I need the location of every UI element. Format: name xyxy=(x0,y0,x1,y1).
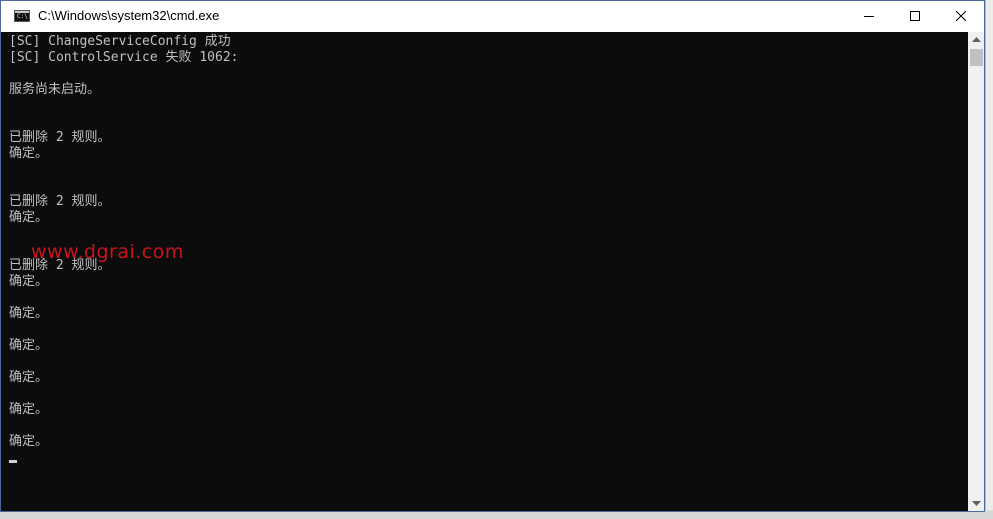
minimize-icon xyxy=(864,16,874,17)
cmd-window[interactable]: C:\ C:\Windows\system32\cmd.exe [SC] Cha… xyxy=(0,0,985,512)
scroll-up-arrow-icon xyxy=(972,37,981,42)
scroll-down-button[interactable] xyxy=(968,496,984,511)
scroll-thumb[interactable] xyxy=(970,49,983,66)
text-cursor xyxy=(9,460,17,463)
console-line: [SC] ControlService 失败 1062: xyxy=(9,50,239,65)
cmd-icon-glyph: C:\ xyxy=(17,13,28,20)
desktop-background-right xyxy=(985,0,993,519)
console-line: 服务尚未启动。 xyxy=(9,82,101,97)
scroll-down-arrow-icon xyxy=(972,501,981,506)
console-output[interactable]: [SC] ChangeServiceConfig 成功 [SC] Control… xyxy=(1,32,968,511)
console-line: 确定。 xyxy=(9,434,49,449)
console-line: 确定。 xyxy=(9,338,49,353)
maximize-icon xyxy=(910,11,920,21)
console-line: 确定。 xyxy=(9,146,49,161)
console-line: 确定。 xyxy=(9,402,49,417)
window-title: C:\Windows\system32\cmd.exe xyxy=(38,8,220,23)
console-line: 确定。 xyxy=(9,306,49,321)
close-button[interactable] xyxy=(938,1,984,32)
scroll-up-button[interactable] xyxy=(968,32,984,49)
minimize-button[interactable] xyxy=(846,1,892,32)
watermark: www.dgrai.com xyxy=(31,241,184,263)
console-line: [SC] ChangeServiceConfig 成功 xyxy=(9,34,231,49)
maximize-button[interactable] xyxy=(892,1,938,32)
console-line: 已删除 2 规则。 xyxy=(9,194,111,209)
cmd-icon[interactable]: C:\ xyxy=(14,10,30,22)
console-line: 确定。 xyxy=(9,210,49,225)
console-line: 确定。 xyxy=(9,274,49,289)
vertical-scrollbar[interactable] xyxy=(968,32,984,511)
console-line: 已删除 2 规则。 xyxy=(9,130,111,145)
close-icon xyxy=(956,11,966,21)
console-line: 确定。 xyxy=(9,370,49,385)
title-bar[interactable]: C:\ C:\Windows\system32\cmd.exe xyxy=(1,1,984,32)
